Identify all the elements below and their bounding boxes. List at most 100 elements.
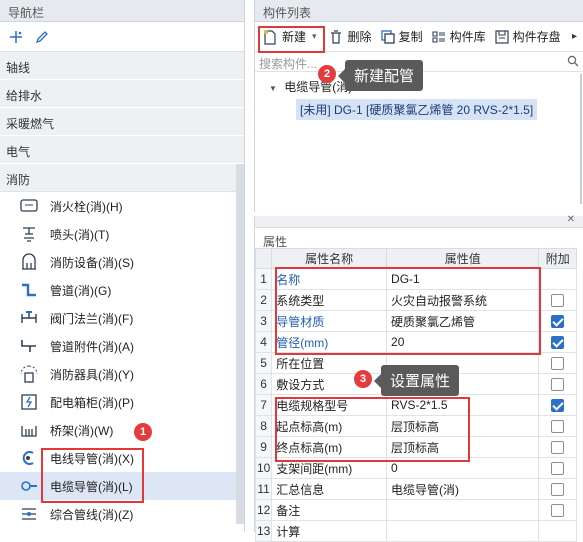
tree-leaf-dg1[interactable]: [未用] DG-1 [硬质聚氯乙烯管 20 RVS-2*1.5] [296,99,538,120]
add-checkbox[interactable] [551,420,565,434]
property-row[interactable]: 4 管径(mm) 20 [254,331,577,353]
new-file-icon [263,29,279,45]
row-number: 7 [254,394,273,416]
nav-item-label: 阀门法兰(消)(F) [50,311,134,326]
add-checkbox[interactable] [551,294,565,308]
add-checkbox[interactable] [551,399,565,413]
nav-item-fire-equipment[interactable]: 消防设备(消)(S) [0,248,244,276]
add-checkbox[interactable] [551,504,565,518]
property-name: 起点标高(m) [271,415,388,437]
property-row[interactable]: 13 计算 [254,520,577,542]
nav-item-fire-extinguisher[interactable]: 消防器具(消)(Y) [0,360,244,388]
expand-arrow-icon[interactable]: ▼ [269,84,277,93]
search-icon[interactable] [567,55,579,68]
add-checkbox[interactable] [551,336,565,350]
nav-group-heating[interactable]: 采暖燃气 [0,108,244,136]
save-button[interactable]: 构件存盘 [494,28,561,45]
nav-item-pipe-fitting[interactable]: 管道附件(消)(A) [0,332,244,360]
library-icon [431,29,447,45]
nav-scrollbar[interactable] [236,164,244,524]
row-number: 2 [254,289,273,311]
row-number: 6 [254,373,273,395]
row-number: 1 [254,268,273,290]
copy-button[interactable]: 复制 [380,28,423,45]
property-add-cell [538,289,577,311]
nav-item-cable-conduit[interactable]: 电缆导管(消)(L) [0,472,244,500]
property-value[interactable] [386,499,540,521]
edit-icon[interactable] [34,29,50,45]
component-list-title: 构件列表 [255,0,583,22]
add-checkbox[interactable] [551,462,565,476]
callout-badge-1: 1 [134,423,152,441]
nav-item-label: 配电箱柜(消)(P) [50,395,134,410]
property-add-cell [538,415,577,437]
nav-group-water[interactable]: 给排水 [0,80,244,108]
new-button[interactable]: 新建 ▾ [259,28,321,45]
property-row[interactable]: 7 电缆规格型号 RVS-2*1.5 [254,394,577,416]
nav-item-combined-pipeline[interactable]: 综合管线(消)(Z) [0,500,244,528]
component-toolbar: 新建 ▾ 删除 复制 构件库 构件存盘 ▸ [255,22,583,52]
nav-item-valve[interactable]: 阀门法兰(消)(F) [0,304,244,332]
property-row[interactable]: 11 汇总信息 电缆导管(消) [254,478,577,500]
callout-badge-3: 3 [354,370,372,388]
property-name: 备注 [271,499,388,521]
property-value[interactable]: 20 [386,331,540,353]
property-row[interactable]: 8 起点标高(m) 层顶标高 [254,415,577,437]
copy-icon [380,29,396,45]
nav-group-axis[interactable]: 轴线 [0,52,244,80]
property-row[interactable]: 1 名称 DG-1 [254,268,577,290]
property-value[interactable]: RVS-2*1.5 [386,394,540,416]
library-button[interactable]: 构件库 [431,28,486,45]
search-input[interactable]: 搜索构件... [259,55,317,71]
property-name: 所在位置 [271,352,388,374]
nav-item-label: 消防设备(消)(S) [50,255,134,270]
property-row[interactable]: 2 系统类型 火灾自动报警系统 [254,289,577,311]
delete-button-label: 删除 [347,30,372,44]
close-icon[interactable]: ✕ [567,214,575,225]
add-checkbox[interactable] [551,441,565,455]
nav-item-wire-conduit[interactable]: 电线导管(消)(X) [0,444,244,472]
nav-item-distribution-box[interactable]: 配电箱柜(消)(P) [0,388,244,416]
new-button-label: 新建 [282,30,307,44]
nav-item-sprinkler[interactable]: 喷头(消)(T) [0,220,244,248]
property-row[interactable]: 9 终点标高(m) 层顶标高 [254,436,577,458]
property-value[interactable]: 火灾自动报警系统 [386,289,540,311]
library-button-label: 构件库 [449,30,486,44]
nav-item-label: 管道(消)(G) [50,283,112,298]
row-number: 13 [254,520,273,542]
nav-item-label: 喷头(消)(T) [50,227,110,242]
property-row[interactable]: 12 备注 [254,499,577,521]
property-value[interactable]: 电缆导管(消) [386,478,540,500]
pipe-icon [18,279,40,301]
nav-item-hydrant[interactable]: 消火栓(消)(H) [0,192,244,220]
nav-title: 导航栏 [0,0,244,22]
nav-group-fire[interactable]: 消防 [0,164,244,192]
combined-pipeline-icon [18,503,40,525]
property-value[interactable]: DG-1 [386,268,540,290]
property-value[interactable]: 层顶标高 [386,415,540,437]
property-name: 终点标高(m) [271,436,388,458]
property-value[interactable]: 硬质聚氯乙烯管 [386,310,540,332]
property-value[interactable]: 0 [386,457,540,479]
more-icon[interactable]: ▸ [572,31,577,42]
sparkle-add-icon[interactable] [8,29,24,45]
property-row[interactable]: 3 导管材质 硬质聚氯乙烯管 [254,310,577,332]
component-list-panel: 构件列表 新建 ▾ 删除 复制 构件库 构件存盘 ▸ 搜索构件... ▼ 电缆导… [254,0,583,212]
add-checkbox[interactable] [551,378,565,392]
hydrant-icon [18,195,40,217]
delete-button[interactable]: 删除 [329,28,372,45]
wire-conduit-icon [18,447,40,469]
nav-item-label: 桥架(消)(W) [50,423,114,438]
nav-item-cable-tray[interactable]: 桥架(消)(W) [0,416,244,444]
add-checkbox[interactable] [551,483,565,497]
property-value[interactable] [386,520,540,542]
list-scrollbar[interactable] [580,74,582,204]
header-name: 属性名称 [271,248,388,269]
nav-group-electric[interactable]: 电气 [0,136,244,164]
property-value[interactable]: 层顶标高 [386,436,540,458]
add-checkbox[interactable] [551,315,565,329]
nav-item-pipe[interactable]: 管道(消)(G) [0,276,244,304]
add-checkbox[interactable] [551,357,565,371]
props-splitter[interactable]: ✕ [255,214,583,228]
property-row[interactable]: 10 支架间距(mm) 0 [254,457,577,479]
